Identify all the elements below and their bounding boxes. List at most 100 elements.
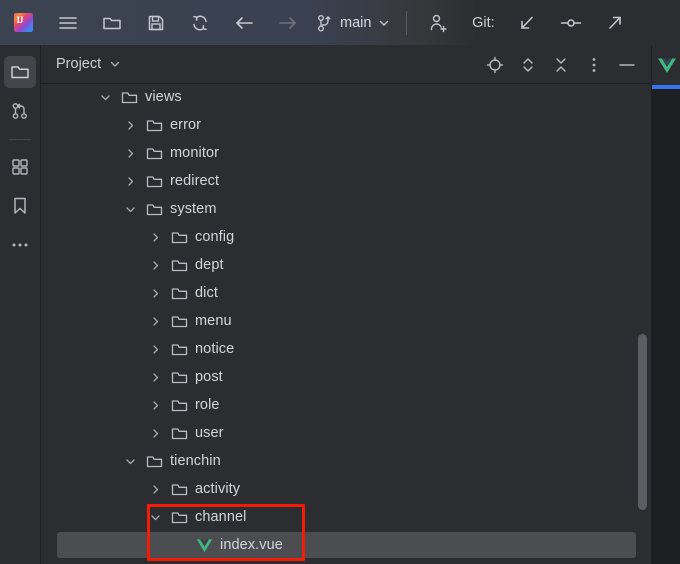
vertical-scrollbar[interactable] [638, 334, 647, 510]
folder-icon [146, 146, 163, 161]
tree-row[interactable]: redirect [41, 167, 636, 195]
open-folder-icon[interactable] [90, 0, 134, 45]
chevron-right-icon[interactable] [147, 307, 163, 335]
tree-node[interactable]: notice [171, 335, 234, 363]
tree-node[interactable]: role [171, 391, 220, 419]
sidebar-item-pull-requests[interactable] [4, 95, 36, 127]
tree-node[interactable]: views [121, 84, 182, 111]
tree-node[interactable]: user [171, 419, 224, 447]
tree-row[interactable]: role [41, 391, 636, 419]
tree-row[interactable]: activity [41, 475, 636, 503]
folder-icon [171, 286, 188, 301]
chevron-right-icon[interactable] [122, 167, 138, 195]
tree-node[interactable]: error [146, 111, 201, 139]
tree-row[interactable]: error [41, 111, 636, 139]
minimize-button[interactable] [610, 50, 643, 80]
tree-node[interactable]: menu [171, 307, 232, 335]
sidebar-item-more[interactable] [4, 229, 36, 261]
tree-node[interactable]: tienchin [146, 447, 221, 475]
tree-node[interactable]: system [146, 195, 217, 223]
folder-icon [146, 202, 163, 217]
tree-node-label: dept [195, 257, 224, 273]
chevron-down-icon[interactable] [97, 84, 113, 111]
tree-node-label: user [195, 425, 224, 441]
tree-node[interactable]: monitor [146, 139, 219, 167]
tree-row[interactable]: monitor [41, 139, 636, 167]
folder-icon [171, 426, 188, 441]
tree-row[interactable]: notice [41, 335, 636, 363]
add-user-icon[interactable] [417, 0, 461, 45]
sync-refresh-icon[interactable] [178, 0, 222, 45]
git-branch-widget[interactable]: main [310, 8, 396, 38]
folder-icon [171, 482, 188, 497]
sidebar-item-bookmarks[interactable] [4, 190, 36, 222]
tree-row[interactable]: dict [41, 279, 636, 307]
folder-icon [146, 454, 163, 469]
tree-node[interactable]: index.vue [196, 531, 283, 559]
chevron-right-icon[interactable] [147, 475, 163, 503]
chevron-right-icon[interactable] [147, 251, 163, 279]
chevron-down-icon[interactable] [122, 195, 138, 223]
tree-node[interactable]: channel [171, 503, 247, 531]
chevron-right-icon[interactable] [147, 363, 163, 391]
back-arrow-icon[interactable] [222, 0, 266, 45]
tree-node[interactable]: post [171, 363, 223, 391]
tree-row[interactable]: user [41, 419, 636, 447]
chevron-down-icon[interactable] [109, 58, 121, 70]
tree-row[interactable]: index.vue [41, 531, 636, 559]
toolbar-divider [406, 10, 408, 35]
tree-row[interactable]: channel [41, 503, 636, 531]
ide-window: main Git: [0, 0, 680, 564]
folder-icon [171, 314, 188, 329]
tree-node-label: error [170, 117, 202, 133]
tree-row[interactable]: system [41, 195, 636, 223]
project-file-tree[interactable]: views error monitor redirect system config dep… [41, 84, 651, 564]
tree-node[interactable]: redirect [146, 167, 219, 195]
tree-node[interactable]: dept [171, 251, 224, 279]
tree-node[interactable]: dict [171, 279, 218, 307]
chevron-right-icon[interactable] [122, 139, 138, 167]
sidebar-item-plugins[interactable] [4, 151, 36, 183]
chevron-right-icon[interactable] [147, 419, 163, 447]
git-push-icon[interactable] [593, 0, 637, 45]
git-branch-name: main [340, 14, 372, 31]
tree-node-label: channel [195, 509, 247, 525]
tree-row[interactable]: dept [41, 251, 636, 279]
git-commit-icon[interactable] [549, 0, 593, 45]
chevron-right-icon[interactable] [147, 335, 163, 363]
expand-collapse-button[interactable] [511, 50, 544, 80]
tree-node-label: post [195, 369, 223, 385]
chevron-down-icon[interactable] [147, 503, 163, 531]
tree-node[interactable]: activity [171, 475, 240, 503]
vue-file-icon [196, 538, 213, 553]
git-branch-icon [316, 13, 333, 33]
chevron-right-icon[interactable] [122, 111, 138, 139]
folder-icon [171, 398, 188, 413]
chevron-right-icon[interactable] [147, 223, 163, 251]
chevron-right-icon[interactable] [147, 391, 163, 419]
main-menu-icon[interactable] [46, 0, 90, 45]
tree-node-label: notice [195, 341, 235, 357]
select-opened-file-button[interactable] [478, 50, 511, 80]
tree-node-label: tienchin [170, 453, 221, 469]
tree-node[interactable]: config [171, 223, 234, 251]
tree-node-label: monitor [170, 145, 220, 161]
tree-node-label: config [195, 229, 235, 245]
project-tool-window: Project views error monitor redirect sys… [41, 45, 651, 564]
tree-row[interactable]: post [41, 363, 636, 391]
vertical-dots-icon[interactable] [577, 50, 610, 80]
collapse-all-button[interactable] [544, 50, 577, 80]
chevron-down-icon[interactable] [122, 447, 138, 475]
sidebar-item-project[interactable] [4, 56, 36, 88]
forward-arrow-icon[interactable] [266, 0, 310, 45]
editor-tab-index-vue[interactable] [652, 45, 680, 85]
chevron-right-icon[interactable] [147, 279, 163, 307]
stripe-divider [9, 139, 31, 140]
intellij-idea-logo [0, 0, 46, 45]
tree-row[interactable]: views [41, 84, 636, 111]
save-all-icon[interactable] [134, 0, 178, 45]
tree-row[interactable]: tienchin [41, 447, 636, 475]
tree-row[interactable]: menu [41, 307, 636, 335]
git-update-icon[interactable] [505, 0, 549, 45]
tree-row[interactable]: config [41, 223, 636, 251]
